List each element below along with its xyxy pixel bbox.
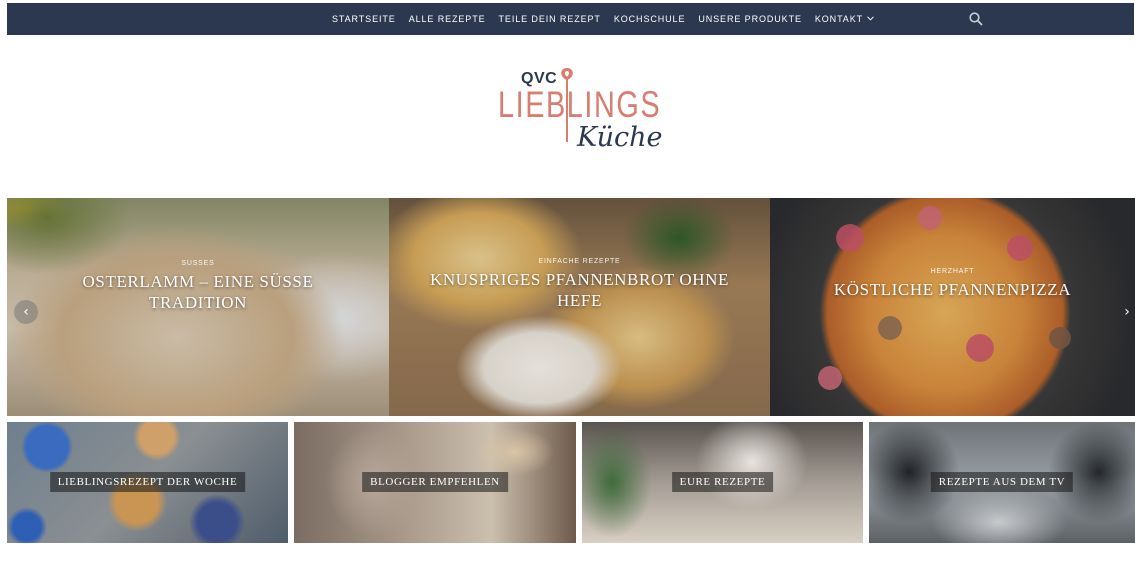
search-icon[interactable] bbox=[968, 11, 984, 27]
slide-caption: Süßes OSTERLAMM – EINE SÜSSE TRADITION bbox=[7, 260, 389, 313]
nav-item-kochschule[interactable]: KOCHSCHULE bbox=[614, 14, 686, 24]
tile-blogger-empfehlen[interactable]: BLOGGER EMPFEHLEN bbox=[294, 422, 576, 543]
slide-osterlamm[interactable]: Süßes OSTERLAMM – EINE SÜSSE TRADITION bbox=[7, 198, 389, 416]
logo-kuche: Küche bbox=[577, 122, 663, 153]
top-navigation: STARTSEITE ALLE REZEPTE TEILE DEIN REZEP… bbox=[7, 3, 1134, 35]
chevron-down-icon bbox=[867, 14, 874, 23]
slide-title: KÖSTLICHE PFANNENPIZZA bbox=[833, 280, 1072, 299]
slide-category: Einfache Rezepte bbox=[538, 258, 621, 265]
slide-pfannenbrot[interactable]: Einfache Rezepte KNUSPRIGES PFANNENBROT … bbox=[389, 198, 770, 416]
slide-caption: Herzhaft KÖSTLICHE PFANNENPIZZA bbox=[770, 268, 1135, 300]
spoon-icon bbox=[561, 68, 573, 142]
tile-rezepte-aus-dem-tv[interactable]: REZEPTE AUS DEM TV bbox=[869, 422, 1135, 543]
slide-caption: Einfache Rezepte KNUSPRIGES PFANNENBROT … bbox=[389, 258, 770, 311]
tile-label: LIEBLINGSREZEPT DER WOCHE bbox=[49, 472, 246, 492]
main-menu: STARTSEITE ALLE REZEPTE TEILE DEIN REZEP… bbox=[332, 3, 874, 35]
nav-item-kontakt-label: KONTAKT bbox=[814, 14, 864, 24]
nav-item-alle-rezepte[interactable]: ALLE REZEPTE bbox=[409, 14, 486, 24]
nav-item-kontakt[interactable]: KONTAKT bbox=[815, 14, 874, 24]
slider-next-button[interactable]: › bbox=[1121, 301, 1133, 323]
hero-slider: Süßes OSTERLAMM – EINE SÜSSE TRADITION E… bbox=[7, 198, 1135, 416]
site-logo[interactable]: QVC LIEBLINGS Küche bbox=[495, 66, 665, 162]
tile-eure-rezepte[interactable]: EURE REZEPTE bbox=[582, 422, 863, 543]
slider-prev-button[interactable]: ‹ bbox=[14, 300, 38, 324]
tile-lieblingsrezept-der-woche[interactable]: LIEBLINGSREZEPT DER WOCHE bbox=[7, 422, 288, 543]
tile-label: REZEPTE AUS DEM TV bbox=[930, 472, 1074, 492]
nav-item-startseite[interactable]: STARTSEITE bbox=[332, 14, 396, 24]
slide-overlay bbox=[770, 198, 1135, 416]
slide-title: KNUSPRIGES PFANNENBROT OHNE HEFE bbox=[430, 270, 729, 310]
slide-category: Süßes bbox=[181, 260, 215, 267]
logo-lieblings: LIEBLINGS bbox=[498, 84, 662, 125]
nav-item-unsere-produkte[interactable]: UNSERE PRODUKTE bbox=[698, 14, 802, 24]
nav-item-teile-dein-rezept[interactable]: TEILE DEIN REZEPT bbox=[499, 14, 601, 24]
tile-label: BLOGGER EMPFEHLEN bbox=[362, 472, 508, 492]
tile-label: EURE REZEPTE bbox=[671, 472, 774, 492]
slide-pfannenpizza[interactable]: Herzhaft KÖSTLICHE PFANNENPIZZA bbox=[770, 198, 1135, 416]
slide-category: Herzhaft bbox=[930, 268, 975, 275]
slide-title: OSTERLAMM – EINE SÜSSE TRADITION bbox=[82, 272, 314, 312]
